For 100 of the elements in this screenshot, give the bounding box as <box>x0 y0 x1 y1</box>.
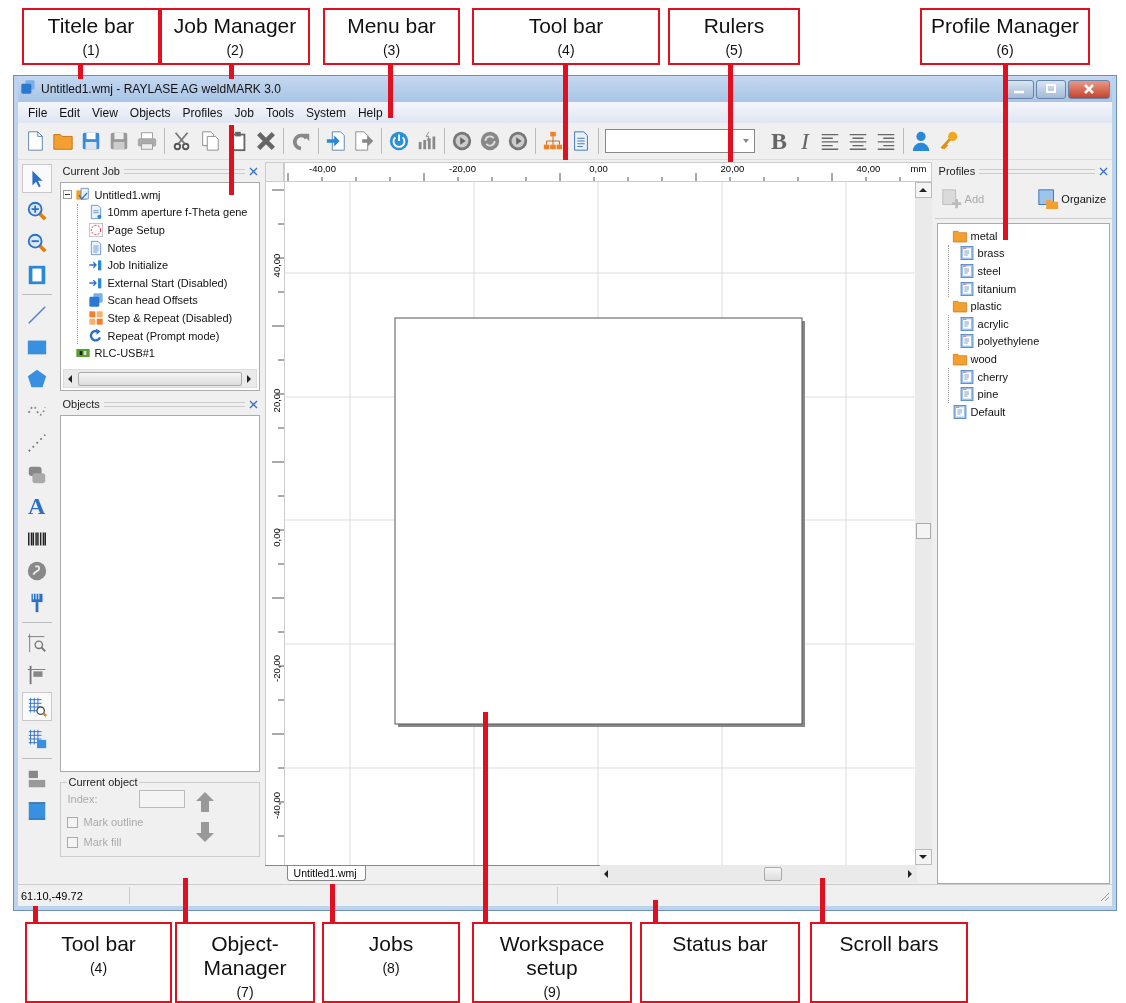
tree-item[interactable]: External Start (Disabled) <box>107 276 228 289</box>
italic-button[interactable]: I <box>797 129 813 153</box>
profile-document-icon <box>958 315 975 332</box>
close-icon <box>1084 84 1094 94</box>
user-icon[interactable] <box>910 130 932 152</box>
tree-item[interactable]: Repeat (Prompt mode) <box>107 329 220 342</box>
printer-icon[interactable] <box>136 130 158 152</box>
index-label: Index: <box>67 793 98 805</box>
horizontal-scroll-bar[interactable] <box>599 865 917 883</box>
tree-item[interactable]: steel <box>977 265 1001 277</box>
tree-item[interactable]: Page Setup <box>107 224 165 236</box>
pointer-tool-button[interactable] <box>21 164 52 193</box>
callout-title: Titele bar <box>47 14 135 38</box>
ruler-label: 40,00 <box>270 252 282 280</box>
maximize-button[interactable] <box>1036 79 1066 99</box>
ruler-label: -20,00 <box>448 163 477 174</box>
import-icon[interactable] <box>325 130 347 152</box>
hierarchy-icon[interactable] <box>542 130 564 152</box>
tree-item[interactable]: plastic <box>970 300 1002 313</box>
tree-item[interactable]: RLC-USB#1 <box>94 347 155 360</box>
close-icon[interactable] <box>248 166 258 176</box>
menu-item[interactable]: View <box>86 105 124 120</box>
callout-number: (1) <box>82 42 100 58</box>
collapse-icon[interactable] <box>63 190 73 200</box>
flag-icon <box>25 663 48 686</box>
scroll-thumb[interactable] <box>915 523 931 539</box>
font-dropdown[interactable] <box>605 129 755 153</box>
menu-item[interactable]: Help <box>351 105 389 120</box>
tiles-icon <box>88 309 105 326</box>
organize-button[interactable]: Organize <box>1035 186 1108 212</box>
profile-document-icon <box>951 403 968 420</box>
text-tool-button[interactable]: A <box>21 492 52 521</box>
circular-arrows-icon[interactable] <box>479 130 501 152</box>
tree-item[interactable]: titanium <box>977 282 1017 295</box>
tree-item[interactable]: acrylic <box>977 317 1009 330</box>
ruler-label: -20,00 <box>270 654 282 684</box>
close-icon[interactable] <box>248 399 258 409</box>
grid-magnifier-tool-button[interactable] <box>21 692 52 721</box>
menu-item[interactable]: Edit <box>53 105 87 120</box>
profile-document-icon <box>958 263 975 279</box>
tree-item[interactable]: Default <box>970 405 1006 418</box>
tree-item[interactable]: Notes <box>107 241 137 254</box>
folder-icon <box>951 298 968 315</box>
profile-document-icon <box>958 245 975 262</box>
callout-number: (6) <box>996 42 1014 58</box>
menu-item[interactable]: Profiles <box>176 105 229 120</box>
callout-title: Workspace setup <box>498 932 606 980</box>
zoom-out-icon <box>25 231 48 254</box>
swirl-icon <box>25 559 48 582</box>
ruler-unit: mm <box>909 163 928 174</box>
menu-item[interactable]: Tools <box>259 105 300 120</box>
callout-title: Job Manager <box>173 14 297 38</box>
bars-icon[interactable] <box>416 130 438 152</box>
close-icon[interactable] <box>1099 166 1108 176</box>
profile-add-icon <box>940 188 963 210</box>
profile-folder-icon <box>1037 188 1060 210</box>
job-tab[interactable]: Untitled1.wmj <box>286 866 366 881</box>
tree-item[interactable]: metal <box>970 229 998 242</box>
callout-title: Object-Manager <box>202 932 288 980</box>
tree-item[interactable]: brass <box>977 247 1005 260</box>
scroll-thumb[interactable] <box>763 867 782 881</box>
menu-item[interactable]: Objects <box>123 105 177 120</box>
key-icon[interactable] <box>938 130 960 152</box>
close-button[interactable] <box>1068 79 1110 99</box>
callout-title: Scroll bars <box>839 932 939 956</box>
play-circle-icon[interactable] <box>507 130 529 152</box>
callout-number: (4) <box>89 960 108 976</box>
callout-number: (2) <box>226 42 244 58</box>
scroll-down-icon[interactable] <box>918 852 929 862</box>
bold-button[interactable]: B <box>767 129 791 153</box>
ruler-label: -40,00 <box>308 163 337 174</box>
tree-item[interactable]: Scan head Offsets <box>107 294 198 307</box>
scroll-thumb[interactable] <box>78 371 242 386</box>
export-icon[interactable] <box>353 130 375 152</box>
power-icon[interactable] <box>388 130 410 152</box>
callout-title: Profile Manager <box>930 14 1080 38</box>
copy-icon[interactable] <box>199 130 221 152</box>
tree-item[interactable]: pine <box>977 388 999 401</box>
ruler-label: -40,00 <box>270 791 282 821</box>
workspace-frame[interactable] <box>394 317 805 727</box>
profile-document-icon <box>958 280 975 297</box>
tree-item[interactable]: cherry <box>977 370 1009 383</box>
panel-title: Current Job <box>62 165 120 177</box>
tree-item[interactable]: polyethylene <box>977 335 1040 348</box>
tree-item[interactable]: 10mm aperture f-Theta gene <box>107 206 248 219</box>
tree-item[interactable]: wood <box>970 352 997 365</box>
menu-item[interactable]: Job <box>228 105 260 120</box>
scroll-up-icon[interactable] <box>918 185 929 195</box>
maximize-icon <box>1046 84 1056 94</box>
menu-item[interactable]: File <box>22 105 54 120</box>
profile-document-icon <box>958 333 975 350</box>
scroll-bar[interactable] <box>63 369 257 388</box>
tree-item[interactable]: Job Initialize <box>107 259 168 272</box>
panel-title: Profiles <box>938 165 976 177</box>
menu-item[interactable]: System <box>299 105 352 120</box>
callout-title: Jobs <box>368 932 414 956</box>
delete-icon[interactable] <box>255 130 277 152</box>
play-circle-icon[interactable] <box>451 130 473 152</box>
tree-item[interactable]: Untitled1.wmj <box>94 188 161 201</box>
tree-item[interactable]: Step & Repeat (Disabled) <box>107 311 233 324</box>
